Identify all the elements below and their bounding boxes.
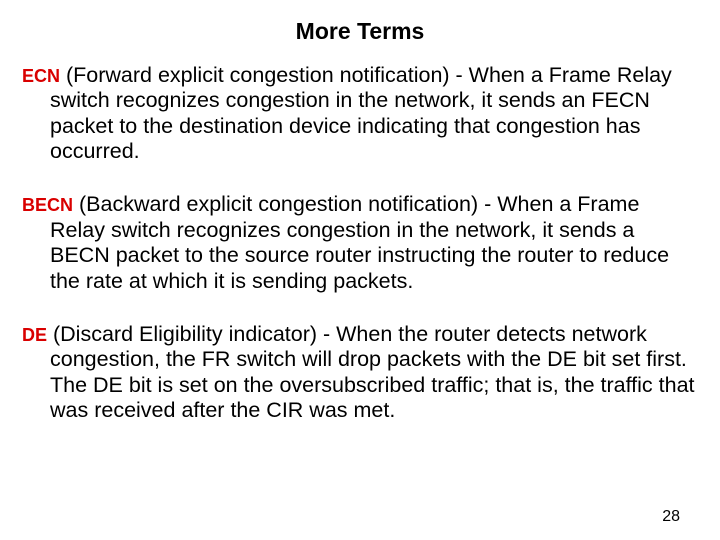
term-de-acronym: DE	[22, 325, 47, 345]
term-becn-text: (Backward explicit congestion notificati…	[50, 192, 669, 292]
term-ecn-text: (Forward explicit congestion notificatio…	[50, 63, 672, 163]
term-ecn-acronym: ECN	[22, 66, 60, 86]
term-becn: BECN (Backward explicit congestion notif…	[22, 192, 698, 293]
slide: More Terms ECN (Forward explicit congest…	[0, 0, 720, 540]
term-de-text: (Discard Eligibility indicator) - When t…	[47, 322, 695, 422]
term-becn-acronym: BECN	[22, 195, 73, 215]
slide-title: More Terms	[22, 18, 698, 45]
term-ecn: ECN (Forward explicit congestion notific…	[22, 63, 698, 164]
page-number: 28	[662, 508, 680, 526]
term-de: DE (Discard Eligibility indicator) - Whe…	[22, 322, 698, 423]
